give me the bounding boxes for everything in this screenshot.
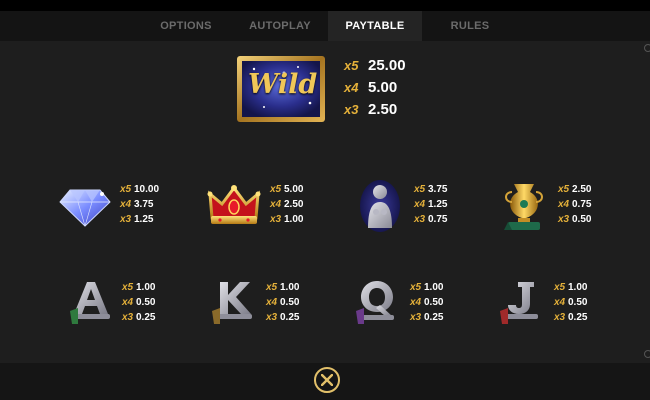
scroll-indicator-bottom [644, 350, 650, 358]
letter-q-paytable: x5 1.00 x4 0.50 x3 0.25 [410, 280, 443, 325]
multiplier-label: x3 [122, 312, 134, 323]
tab-rules[interactable]: RULES [432, 11, 508, 41]
multiplier-label: x5 [410, 282, 422, 293]
multiplier-label: x5 [266, 282, 278, 293]
pay-value: 1.25 [134, 214, 154, 225]
crown-paytable: x5 5.00 x4 2.50 x3 1.00 [270, 182, 303, 227]
tab-autoplay[interactable]: AUTOPLAY [232, 11, 328, 41]
pay-value: 3.75 [134, 199, 154, 210]
multiplier-label: x5 [120, 184, 132, 195]
letter-k-paytable: x5 1.00 x4 0.50 x3 0.25 [266, 280, 299, 325]
pay-value: 1.00 [280, 282, 300, 293]
multiplier-label: x5 [554, 282, 566, 293]
pay-value: 2.50 [368, 101, 398, 118]
pay-value: 5.00 [284, 184, 304, 195]
top-bar [0, 0, 650, 11]
scroll-indicator-top [644, 44, 650, 52]
crown-icon [204, 180, 264, 230]
pay-value: 1.25 [428, 199, 448, 210]
multiplier-label: x5 [414, 184, 426, 195]
multiplier-label: x4 [554, 297, 566, 308]
wild-symbol-icon: Wild [236, 55, 326, 123]
pay-value: 0.50 [280, 297, 300, 308]
pay-value: 0.25 [568, 312, 588, 323]
letter-q-icon [354, 278, 400, 326]
letter-j-icon [498, 278, 544, 326]
close-icon [321, 374, 333, 386]
multiplier-label: x3 [344, 102, 359, 117]
pay-value: 0.50 [424, 297, 444, 308]
pay-value: 0.75 [572, 199, 592, 210]
pay-value: 0.75 [428, 214, 448, 225]
multiplier-label: x3 [558, 214, 570, 225]
multiplier-label: x3 [410, 312, 422, 323]
multiplier-label: x4 [266, 297, 278, 308]
multiplier-label: x4 [414, 199, 426, 210]
pay-value: 5.00 [368, 79, 398, 96]
pay-value: 0.50 [572, 214, 592, 225]
multiplier-label: x4 [120, 199, 132, 210]
pay-value: 25.00 [368, 57, 406, 74]
pay-value: 3.75 [428, 184, 448, 195]
wild-symbol-label: Wild [248, 69, 318, 100]
multiplier-label: x5 [270, 184, 282, 195]
close-button[interactable] [314, 367, 340, 393]
pay-value: 0.50 [568, 297, 588, 308]
diamond-icon [56, 182, 114, 230]
multiplier-label: x3 [554, 312, 566, 323]
letter-j-paytable: x5 1.00 x4 0.50 x3 0.25 [554, 280, 587, 325]
pay-value: 1.00 [136, 282, 156, 293]
pay-value: 0.25 [136, 312, 156, 323]
multiplier-label: x3 [120, 214, 132, 225]
letter-k-icon [210, 278, 256, 326]
golden-vase-icon [500, 180, 548, 232]
pay-value: 1.00 [568, 282, 588, 293]
wild-paytable: x5 25.00 x4 5.00 x3 2.50 [344, 55, 406, 121]
menu-tabs: OPTIONS AUTOPLAY PAYTABLE RULES [0, 11, 650, 41]
multiplier-label: x5 [558, 184, 570, 195]
multiplier-label: x4 [344, 80, 359, 95]
pay-value: 0.25 [424, 312, 444, 323]
tab-options[interactable]: OPTIONS [146, 11, 226, 41]
multiplier-label: x5 [344, 58, 359, 73]
multiplier-label: x4 [558, 199, 570, 210]
pay-value: 0.50 [136, 297, 156, 308]
multiplier-label: x3 [270, 214, 282, 225]
tab-paytable[interactable]: PAYTABLE [328, 11, 422, 41]
letter-a-icon [68, 278, 114, 326]
statue-paytable: x5 3.75 x4 1.25 x3 0.75 [414, 182, 447, 227]
pay-value: 0.25 [280, 312, 300, 323]
multiplier-label: x4 [410, 297, 422, 308]
pay-value: 1.00 [284, 214, 304, 225]
multiplier-label: x3 [414, 214, 426, 225]
multiplier-label: x4 [122, 297, 134, 308]
multiplier-label: x5 [122, 282, 134, 293]
pay-value: 10.00 [134, 184, 160, 195]
pay-value: 2.50 [284, 199, 304, 210]
vase-paytable: x5 2.50 x4 0.75 x3 0.50 [558, 182, 591, 227]
multiplier-label: x4 [270, 199, 282, 210]
pay-value: 2.50 [572, 184, 592, 195]
diamond-paytable: x5 10.00 x4 3.75 x3 1.25 [120, 182, 159, 227]
statue-icon [358, 178, 402, 234]
letter-a-paytable: x5 1.00 x4 0.50 x3 0.25 [122, 280, 155, 325]
multiplier-label: x3 [266, 312, 278, 323]
pay-value: 1.00 [424, 282, 444, 293]
